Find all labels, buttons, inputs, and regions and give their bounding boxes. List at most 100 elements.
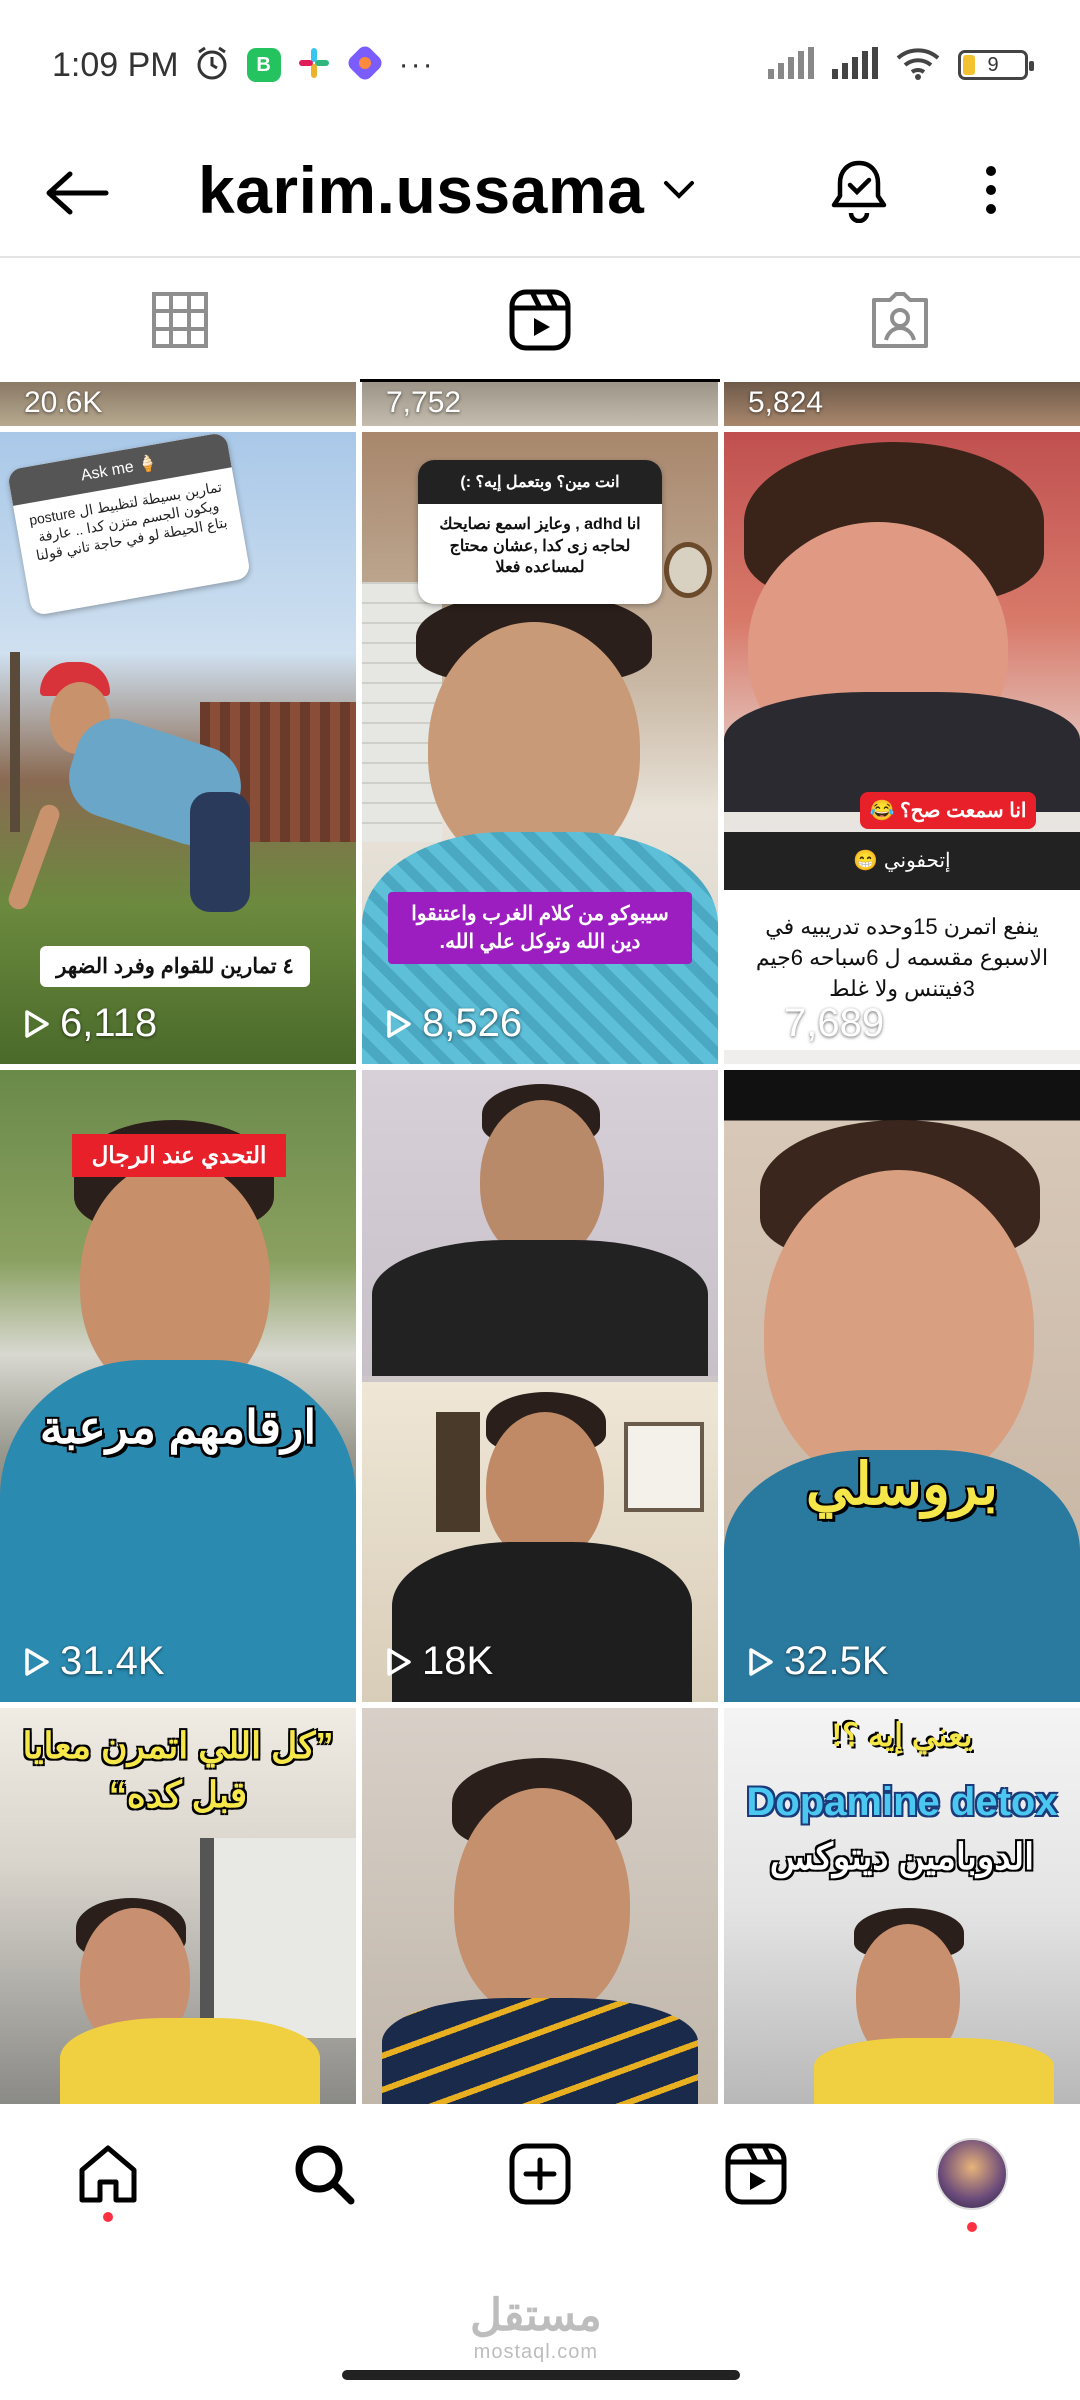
wifi-icon bbox=[896, 46, 940, 85]
more-dots-icon: ··· bbox=[398, 48, 435, 81]
reel-caption: ”كل اللي اتمرن معايا قبل كده“ bbox=[22, 1725, 334, 1815]
reel-views: 6,118 bbox=[24, 1001, 157, 1046]
profile-username: karim.ussama bbox=[198, 153, 645, 227]
car-window-graphic bbox=[200, 1838, 356, 2038]
reel-thumbnail[interactable]: التحدي عند الرجال ارقامهم مرعبة 31.4K bbox=[0, 1070, 356, 1702]
battery-level-fill bbox=[963, 55, 975, 75]
status-time: 1:09 PM bbox=[52, 45, 179, 84]
back-arrow-icon bbox=[46, 171, 109, 215]
person-face bbox=[480, 1100, 604, 1260]
alarm-icon bbox=[193, 44, 231, 87]
notifications-button[interactable] bbox=[824, 150, 894, 230]
profile-tabs bbox=[0, 258, 1080, 382]
reel-thumbnail[interactable]: ”كل اللي اتمرن معايا قبل كده“ bbox=[0, 1708, 356, 2104]
watermark-latin: mostaql.com bbox=[473, 2341, 599, 2363]
reel-view-count: 7,752 bbox=[386, 386, 462, 419]
video-top-half bbox=[362, 1070, 718, 1376]
status-system-icons: 9 bbox=[768, 46, 1034, 85]
more-vertical-icon bbox=[986, 166, 996, 214]
reel-thumbnail[interactable]: يعني إيه ؟! Dopamine detox الدوبامين ديت… bbox=[724, 1708, 1080, 2104]
reel-thumbnail-partial[interactable]: 5,824 bbox=[724, 382, 1080, 426]
tab-tagged[interactable] bbox=[720, 258, 1080, 382]
reel-view-count: 20.6K bbox=[24, 386, 103, 419]
battery-percentage: 9 bbox=[987, 53, 999, 76]
battery-icon: 9 bbox=[958, 50, 1034, 80]
tripod-graphic bbox=[436, 1412, 480, 1532]
question-sticker-header: إتحفوني 😁 bbox=[724, 832, 1080, 890]
more-options-button[interactable] bbox=[966, 150, 1016, 230]
reel-thumbnail[interactable]: انت مين؟ وبتعمل إيه؟ :) انا adhd , وعايز… bbox=[362, 432, 718, 1064]
create-icon bbox=[509, 2143, 571, 2205]
reel-tag: التحدي عند الرجال bbox=[72, 1134, 286, 1177]
reel-views: 18K bbox=[386, 1639, 493, 1684]
app-icon bbox=[347, 45, 383, 86]
play-icon bbox=[749, 1647, 773, 1676]
reel-thumbnail[interactable]: بروسلي 32.5K bbox=[724, 1070, 1080, 1702]
person-legs bbox=[190, 792, 250, 912]
tab-reels[interactable] bbox=[360, 258, 720, 382]
play-icon bbox=[387, 1009, 411, 1038]
reel-caption: ارقامهم مرعبة bbox=[39, 1401, 317, 1453]
reel-thumbnail-partial[interactable]: 7,752 bbox=[362, 382, 718, 426]
tab-posts-grid[interactable] bbox=[0, 258, 360, 382]
person-face bbox=[486, 1412, 604, 1562]
reel-caption-arabic: الدوبامين ديتوكس bbox=[769, 1836, 1035, 1877]
whatsapp-business-icon: B bbox=[246, 48, 281, 82]
person-face bbox=[764, 1170, 1034, 1490]
reels-icon bbox=[725, 2143, 787, 2205]
home-icon bbox=[79, 2145, 137, 2203]
reel-tag: انا سمعت صح؟ 😂 bbox=[860, 792, 1036, 829]
certificate-graphic bbox=[624, 1422, 704, 1512]
reel-thumbnail[interactable] bbox=[362, 1708, 718, 2104]
reel-thumbnail[interactable]: Ask me 🍦 تمارين بسيطة لتظبيط ال posture … bbox=[0, 432, 356, 1064]
nav-home[interactable] bbox=[0, 2104, 216, 2244]
play-icon bbox=[387, 1647, 411, 1676]
play-icon bbox=[749, 1009, 773, 1038]
reel-caption: ٤ تمارين للقوام وفرد الضهر bbox=[40, 946, 310, 987]
reel-caption: سيبوكو من كلام الغرب واعتنقوا دين الله و… bbox=[388, 892, 692, 964]
reel-view-count: 8,526 bbox=[422, 1001, 523, 1045]
profile-avatar bbox=[936, 2138, 1008, 2210]
play-icon bbox=[25, 1009, 49, 1038]
chevron-down-icon bbox=[664, 181, 695, 199]
person-shirt bbox=[814, 2038, 1054, 2104]
reel-caption-top: يعني إيه ؟! bbox=[831, 1717, 973, 1753]
play-icon bbox=[25, 1647, 49, 1676]
nav-search[interactable] bbox=[216, 2104, 432, 2244]
wall-clock-graphic bbox=[664, 542, 712, 598]
reel-view-count: 31.4K bbox=[60, 1639, 165, 1683]
reel-caption: بروسلي bbox=[805, 1452, 999, 1517]
nav-profile[interactable] bbox=[864, 2104, 1080, 2244]
reel-view-count: 5,824 bbox=[748, 386, 824, 419]
reel-view-count: 32.5K bbox=[784, 1639, 889, 1683]
question-sticker-title: إتحفوني 😁 bbox=[853, 850, 951, 872]
reels-grid: 20.6K 7,752 5,824 Ask me 🍦 تمارين بسيطة … bbox=[0, 382, 1080, 2104]
nav-reels[interactable] bbox=[648, 2104, 864, 2244]
reel-views: 31.4K bbox=[24, 1639, 165, 1684]
reel-thumbnail[interactable]: انا سمعت صح؟ 😂 إتحفوني 😁 ينفع اتمرن 15وح… bbox=[724, 432, 1080, 1064]
reel-view-count: 6,118 bbox=[60, 1001, 158, 1045]
question-sticker: Ask me 🍦 تمارين بسيطة لتظبيط ال posture … bbox=[6, 432, 252, 617]
search-icon bbox=[295, 2145, 355, 2205]
reel-thumbnail-partial[interactable]: 20.6K bbox=[0, 382, 356, 426]
account-switcher[interactable]: karim.ussama bbox=[198, 152, 696, 228]
profile-header: karim.ussama bbox=[0, 130, 1080, 256]
reel-view-count: 7,689 bbox=[784, 1001, 885, 1045]
tree-graphic bbox=[10, 652, 20, 832]
person-jacket bbox=[382, 1998, 698, 2104]
reel-views: 7,689 bbox=[748, 1001, 884, 1046]
watermark-arabic: مستقل bbox=[470, 2291, 602, 2340]
slack-icon bbox=[297, 46, 331, 85]
reel-thumbnail[interactable]: 18K bbox=[362, 1070, 718, 1702]
reel-views: 32.5K bbox=[748, 1639, 889, 1684]
question-sticker-body: انا adhd , وعايز اسمع نصايحك لحاجه زى كد… bbox=[439, 516, 641, 577]
person-face bbox=[454, 1788, 630, 2018]
question-sticker-title: انت مين؟ وبتعمل إيه؟ :) bbox=[418, 460, 662, 504]
reels-icon bbox=[509, 289, 571, 351]
home-indicator[interactable] bbox=[342, 2370, 740, 2380]
status-notification-icons: B ··· bbox=[193, 44, 435, 87]
watermark: مستقل mostaql.com bbox=[470, 2290, 602, 2364]
signal-icon bbox=[768, 46, 814, 84]
back-button[interactable] bbox=[40, 160, 114, 226]
nav-create[interactable] bbox=[432, 2104, 648, 2244]
